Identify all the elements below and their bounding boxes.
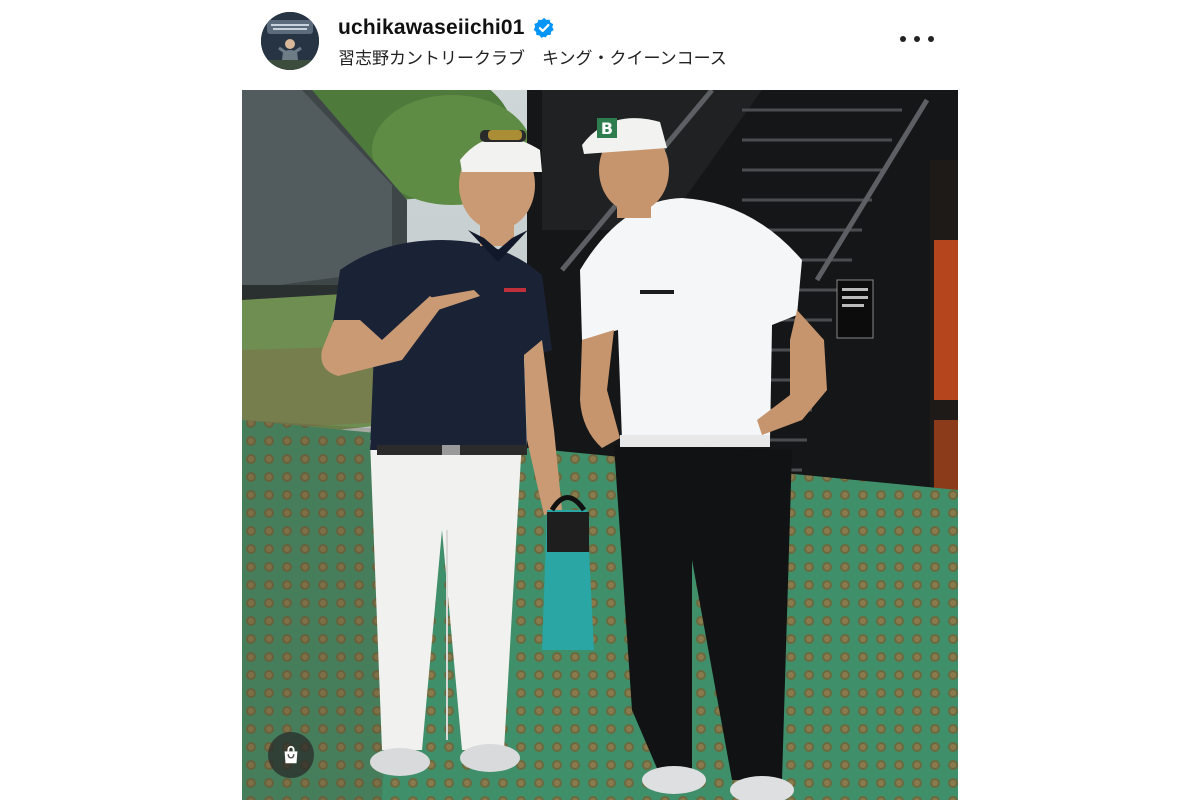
more-options-button[interactable] — [900, 27, 934, 51]
shopping-bag-icon — [284, 745, 298, 764]
instagram-post: uchikawaseiichi01 習志野カントリークラブ キング・クイーンコー… — [242, 0, 958, 800]
profile-avatar[interactable] — [261, 12, 319, 70]
avatar-image — [261, 12, 319, 70]
username-link[interactable]: uchikawaseiichi01 — [338, 16, 525, 40]
more-horizontal-icon — [900, 36, 906, 42]
more-dot — [928, 36, 934, 42]
more-dot — [914, 36, 920, 42]
cap-letter: B — [601, 119, 613, 138]
shop-button[interactable] — [268, 732, 314, 778]
location-link[interactable]: 習志野カントリークラブ キング・クイーンコース — [338, 44, 727, 69]
post-photo[interactable]: B — [242, 90, 958, 800]
post-header: uchikawaseiichi01 習志野カントリークラブ キング・クイーンコー… — [242, 0, 958, 90]
photo-illustration: B — [242, 90, 958, 800]
username-row: uchikawaseiichi01 — [338, 14, 555, 42]
verified-badge-icon — [533, 17, 554, 38]
